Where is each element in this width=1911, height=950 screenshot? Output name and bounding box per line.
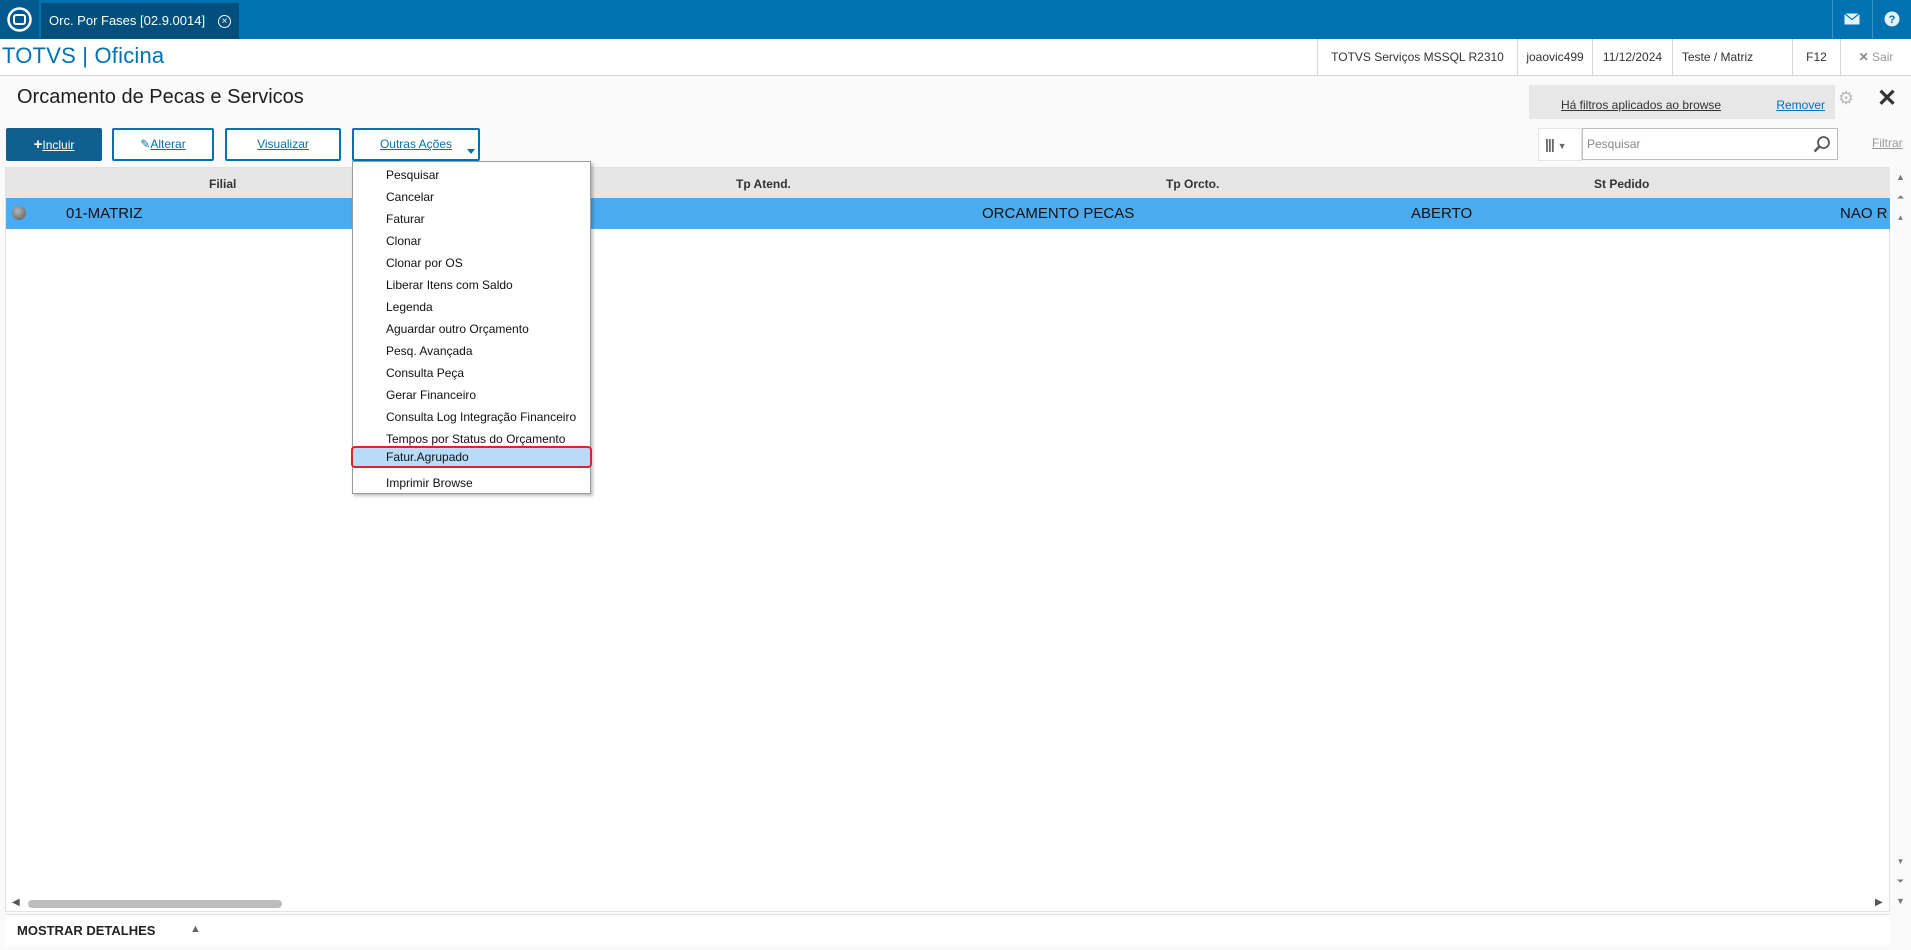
alterar-label: Alterar [150,137,186,151]
gear-icon[interactable]: ⚙ [1838,88,1854,109]
logout-button[interactable]: ✕ Sair [1840,39,1911,76]
incluir-label: Incluir [42,138,75,152]
column-header-tp-orcto[interactable]: Tp Orcto. [1166,177,1219,191]
details-bar: MOSTRAR DETALHES ▲ [5,914,1890,946]
close-icon[interactable]: × [218,15,231,28]
menu-item-cancelar[interactable]: Cancelar [353,186,590,208]
column-header-st-pedido[interactable]: St Pedido [1594,177,1649,191]
search-icon[interactable] [1813,135,1831,153]
company-info[interactable]: Teste / Matriz [1672,39,1762,76]
date-info: 11/12/2024 [1592,39,1672,76]
menu-item-liberar-itens[interactable]: Liberar Itens com Saldo [353,274,590,296]
cell-tp-orcto: ORCAMENTO PECAS [982,205,1135,222]
menu-item-fatur-agrupado[interactable]: Fatur.Agrupado [351,446,592,468]
page-title: Orcamento de Pecas e Servicos [17,86,304,108]
menu-item-pesquisar[interactable]: Pesquisar [353,164,590,186]
scroll-top-icon[interactable]: ▲ [1894,171,1907,184]
horizontal-scrollbar[interactable]: ◀ ▶ [10,895,1890,909]
menu-item-consulta-peca[interactable]: Consulta Peça [353,362,590,384]
menu-item-gerar-financeiro[interactable]: Gerar Financeiro [353,384,590,406]
column-toggle-button[interactable]: ||| ▼ [1538,128,1582,161]
cell-status: ABERTO [1411,205,1473,222]
status-legend-icon [12,206,26,220]
menu-item-imprimir-browse[interactable]: Imprimir Browse [353,472,590,494]
mail-icon[interactable] [1832,0,1871,39]
top-bar: Orc. Por Fases [02.9.0014] × ? [0,0,1911,39]
visualizar-button[interactable]: Visualizar [225,128,341,161]
help-icon[interactable]: ? [1872,0,1911,39]
outras-acoes-label: Outras Ações [379,137,453,151]
menu-item-legenda[interactable]: Legenda [353,296,590,318]
grid-header: Filial Tp Atend. Tp Orcto. St Pedido [6,168,1891,198]
menu-item-pesq-avancada[interactable]: Pesq. Avançada [353,340,590,362]
scroll-down-icon[interactable]: ▾ [1894,855,1907,868]
f12-button[interactable]: F12 [1792,39,1840,76]
menu-item-faturar[interactable]: Faturar [353,208,590,230]
chevron-down-icon: ▼ [1557,141,1567,151]
filter-notice: Há filtros aplicados ao browse Remover [1529,85,1835,119]
tab-orc-por-fases[interactable]: Orc. Por Fases [02.9.0014] × [41,3,239,39]
cell-st-pedido: NAO R [1840,205,1888,222]
scroll-left-icon[interactable]: ◀ [12,897,20,908]
scroll-page-up-icon[interactable]: ⏶ [1894,191,1907,204]
vertical-scrollbar[interactable]: ▲ ⏶ ▴ ▾ ⏷ ▼ [1890,167,1911,912]
header-bar: TOTVS | Oficina TOTVS Serviços MSSQL R23… [0,39,1911,76]
column-header-tp-atend[interactable]: Tp Atend. [736,177,791,191]
close-icon[interactable]: ✕ [1877,84,1897,113]
search-box [1582,128,1838,160]
app-logo[interactable] [0,0,39,39]
logout-label: Sair [1872,50,1894,64]
menu-item-consulta-log[interactable]: Consulta Log Integração Financeiro [353,406,590,428]
column-header-filial[interactable]: Filial [209,177,236,191]
alterar-button[interactable]: ✎Alterar [112,128,214,161]
scroll-right-icon[interactable]: ▶ [1875,897,1883,908]
server-info: TOTVS Serviços MSSQL R2310 [1317,39,1517,76]
chevron-up-icon[interactable]: ▲ [190,923,201,935]
scroll-bottom-icon[interactable]: ▼ [1894,895,1907,908]
outras-acoes-button[interactable]: Outras Ações [352,128,480,161]
columns-icon: ||| [1545,136,1555,152]
remove-filter-link[interactable]: Remover [1776,98,1825,112]
close-icon: ✕ [1858,50,1869,64]
menu-item-aguardar-orcamento[interactable]: Aguardar outro Orçamento [353,318,590,340]
tab-label: Orc. Por Fases [02.9.0014] [49,13,206,28]
scroll-up-icon[interactable]: ▴ [1894,211,1907,224]
filter-notice-label[interactable]: Há filtros aplicados ao browse [1561,98,1721,112]
user-info: joaovic499 [1517,39,1592,76]
incluir-button[interactable]: +Incluir [6,128,102,161]
filtrar-link[interactable]: Filtrar [1872,136,1903,150]
brand-title: TOTVS | Oficina [2,43,165,68]
outras-acoes-menu: Pesquisar Cancelar Faturar Clonar Clonar… [351,161,592,494]
menu-item-clonar-por-os[interactable]: Clonar por OS [353,252,590,274]
svg-text:?: ? [1889,14,1896,26]
visualizar-label: Visualizar [257,137,309,151]
search-input[interactable] [1583,129,1811,159]
scroll-page-down-icon[interactable]: ⏷ [1894,875,1907,888]
cell-filial: 01-MATRIZ [66,205,143,222]
app-logo-icon [7,7,32,32]
pencil-icon: ✎ [140,137,151,151]
table-row[interactable]: 01-MATRIZ ORCAMENTO PECAS ABERTO NAO R [6,198,1891,229]
data-grid: Filial Tp Atend. Tp Orcto. St Pedido 01-… [5,167,1891,912]
scroll-thumb[interactable] [28,900,282,908]
menu-item-clonar[interactable]: Clonar [353,230,590,252]
chevron-down-icon [467,149,475,154]
show-details-button[interactable]: MOSTRAR DETALHES [17,923,155,938]
